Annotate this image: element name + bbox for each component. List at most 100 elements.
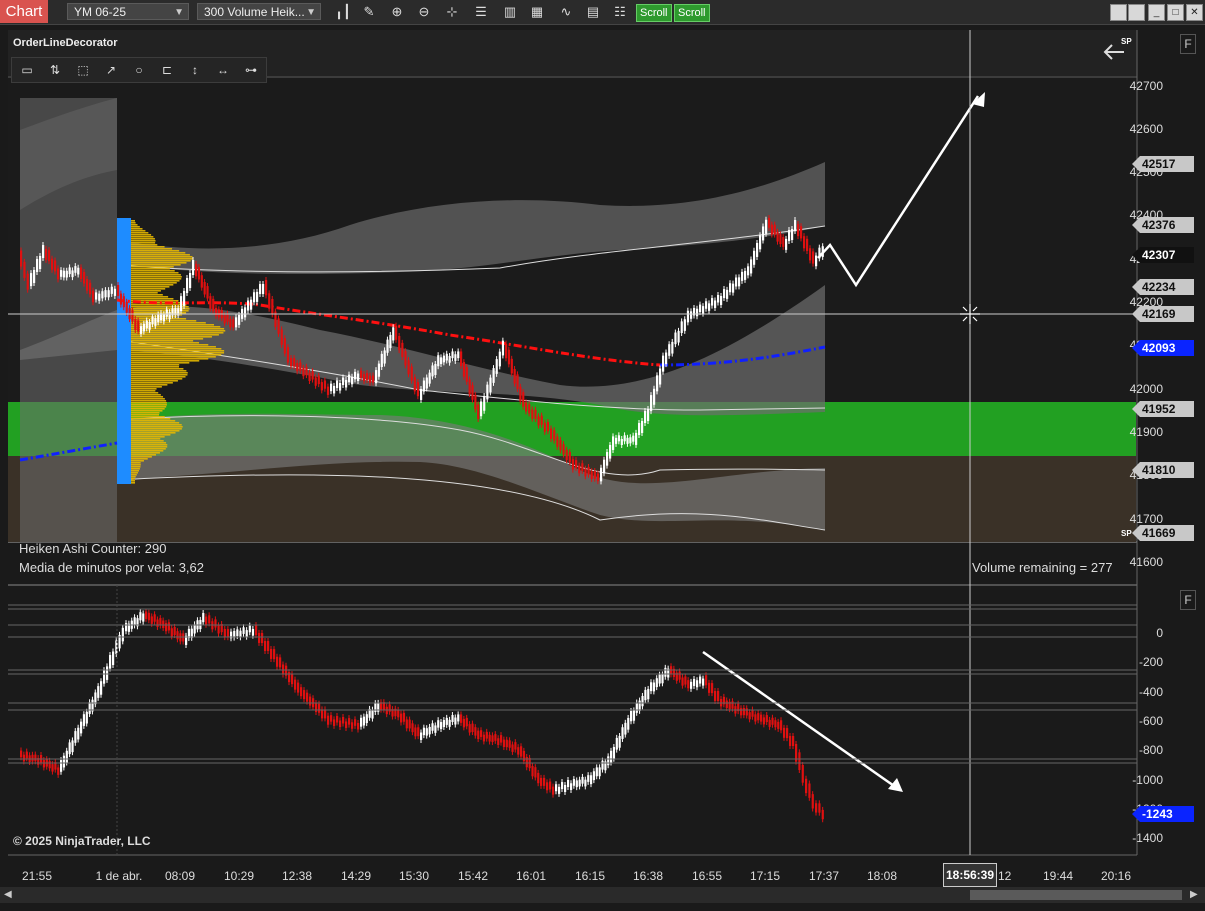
delta-bar: [644, 689, 647, 701]
region-icon[interactable]: ⬚: [72, 61, 94, 79]
delta-bar: [106, 666, 109, 680]
candle: [600, 467, 603, 482]
time-axis-label: 08:09: [164, 869, 196, 883]
price-axis-label: 42600: [1129, 122, 1163, 136]
candle: [653, 388, 656, 405]
candle: [247, 300, 250, 311]
time-axis-label: 16:15: [574, 869, 606, 883]
candle: [195, 263, 198, 277]
candle: [265, 280, 268, 296]
candle: [345, 379, 348, 388]
delta-bar: [655, 678, 658, 688]
delta-bar: [592, 771, 596, 781]
candle: [330, 383, 333, 392]
candle: [180, 296, 183, 312]
delta-bar: [777, 721, 780, 729]
delta-bar: [612, 747, 616, 759]
delta-bar: [595, 767, 598, 777]
volume-profile-bar: [131, 230, 146, 232]
delta-bar: [109, 655, 112, 669]
panel-flag-lower[interactable]: F: [1180, 590, 1196, 610]
delta-bar: [768, 719, 771, 727]
delta-bar: [494, 734, 497, 741]
delta-bar: [757, 713, 760, 721]
risk-reward-icon[interactable]: ⇅: [44, 61, 66, 79]
line-icon[interactable]: ↗: [100, 61, 122, 79]
horizontal-scrollbar[interactable]: ◀ ▶: [0, 887, 1205, 903]
candle: [519, 386, 522, 402]
volume-profile-bar: [131, 468, 140, 470]
volume-profile-bar: [131, 428, 182, 430]
scroll-left-icon[interactable]: ◀: [4, 889, 12, 900]
candle: [626, 437, 629, 444]
candle: [314, 377, 317, 386]
horizontal-ray-icon[interactable]: ↔: [212, 61, 234, 79]
candle: [699, 304, 702, 313]
candle: [283, 338, 286, 354]
candle: [791, 228, 794, 240]
candle: [256, 291, 259, 302]
delta-bar: [745, 708, 748, 716]
vertical-line-icon[interactable]: ↕: [184, 61, 206, 79]
candle: [768, 217, 771, 228]
volume-profile-bar: [131, 442, 167, 444]
ruler-icon[interactable]: ▭: [16, 61, 38, 79]
delta-bar: [336, 716, 339, 723]
candle: [756, 242, 759, 257]
delta-bar: [261, 633, 264, 644]
delta-bar: [236, 629, 239, 637]
candle: [729, 283, 732, 293]
delta-bar: [300, 687, 303, 697]
delta-bar: [587, 775, 590, 782]
extended-line-icon[interactable]: ⊶: [240, 61, 262, 79]
delta-bar: [145, 611, 148, 619]
candle: [460, 351, 463, 367]
delta-bar: [678, 671, 681, 680]
delta-bar: [771, 717, 774, 725]
candle: [351, 376, 354, 385]
candle: [437, 355, 440, 367]
delta-bar: [708, 682, 711, 693]
delta-bar: [125, 623, 128, 632]
volume-profile-bar: [131, 476, 136, 478]
volume-profile-bar: [131, 338, 204, 340]
volume-profile-bar: [131, 408, 165, 410]
candle: [154, 318, 157, 326]
volume-profile-bar: [131, 240, 156, 242]
candle: [677, 330, 680, 343]
ellipse-icon[interactable]: ○: [128, 61, 150, 79]
scroll-right-icon[interactable]: ▶: [1190, 889, 1198, 900]
candle: [753, 250, 756, 265]
panel-flag-main[interactable]: F: [1180, 34, 1196, 54]
candle: [537, 416, 540, 426]
price-tag: 41810: [1132, 462, 1194, 478]
delta-bar: [621, 727, 624, 739]
delta-axis-label: -1400: [1132, 831, 1163, 845]
candle: [773, 224, 776, 235]
delta-bar: [468, 724, 471, 733]
delta-bar: [103, 670, 106, 684]
delta-bar: [488, 734, 491, 742]
delta-bar: [650, 682, 653, 692]
delta-bar: [22, 754, 26, 762]
price-marker-icon[interactable]: ⊏: [156, 61, 178, 79]
volume-profile-bar: [131, 348, 222, 350]
candle: [779, 234, 782, 245]
candle: [268, 293, 271, 309]
candle: [629, 437, 632, 444]
delta-bar: [798, 752, 801, 770]
scrollbar-thumb[interactable]: [970, 890, 1182, 900]
candle: [620, 438, 623, 445]
delta-bar: [714, 690, 717, 701]
candle: [556, 436, 559, 447]
delta-bar: [821, 809, 824, 820]
candle: [296, 362, 299, 372]
candle: [192, 260, 195, 276]
candle: [644, 411, 647, 424]
candle: [280, 329, 283, 345]
volume-profile-bar: [131, 386, 162, 388]
volume-profile-bar: [131, 436, 165, 438]
candle: [326, 386, 330, 395]
candle: [662, 355, 665, 372]
time-axis-label: 17:15: [749, 869, 781, 883]
